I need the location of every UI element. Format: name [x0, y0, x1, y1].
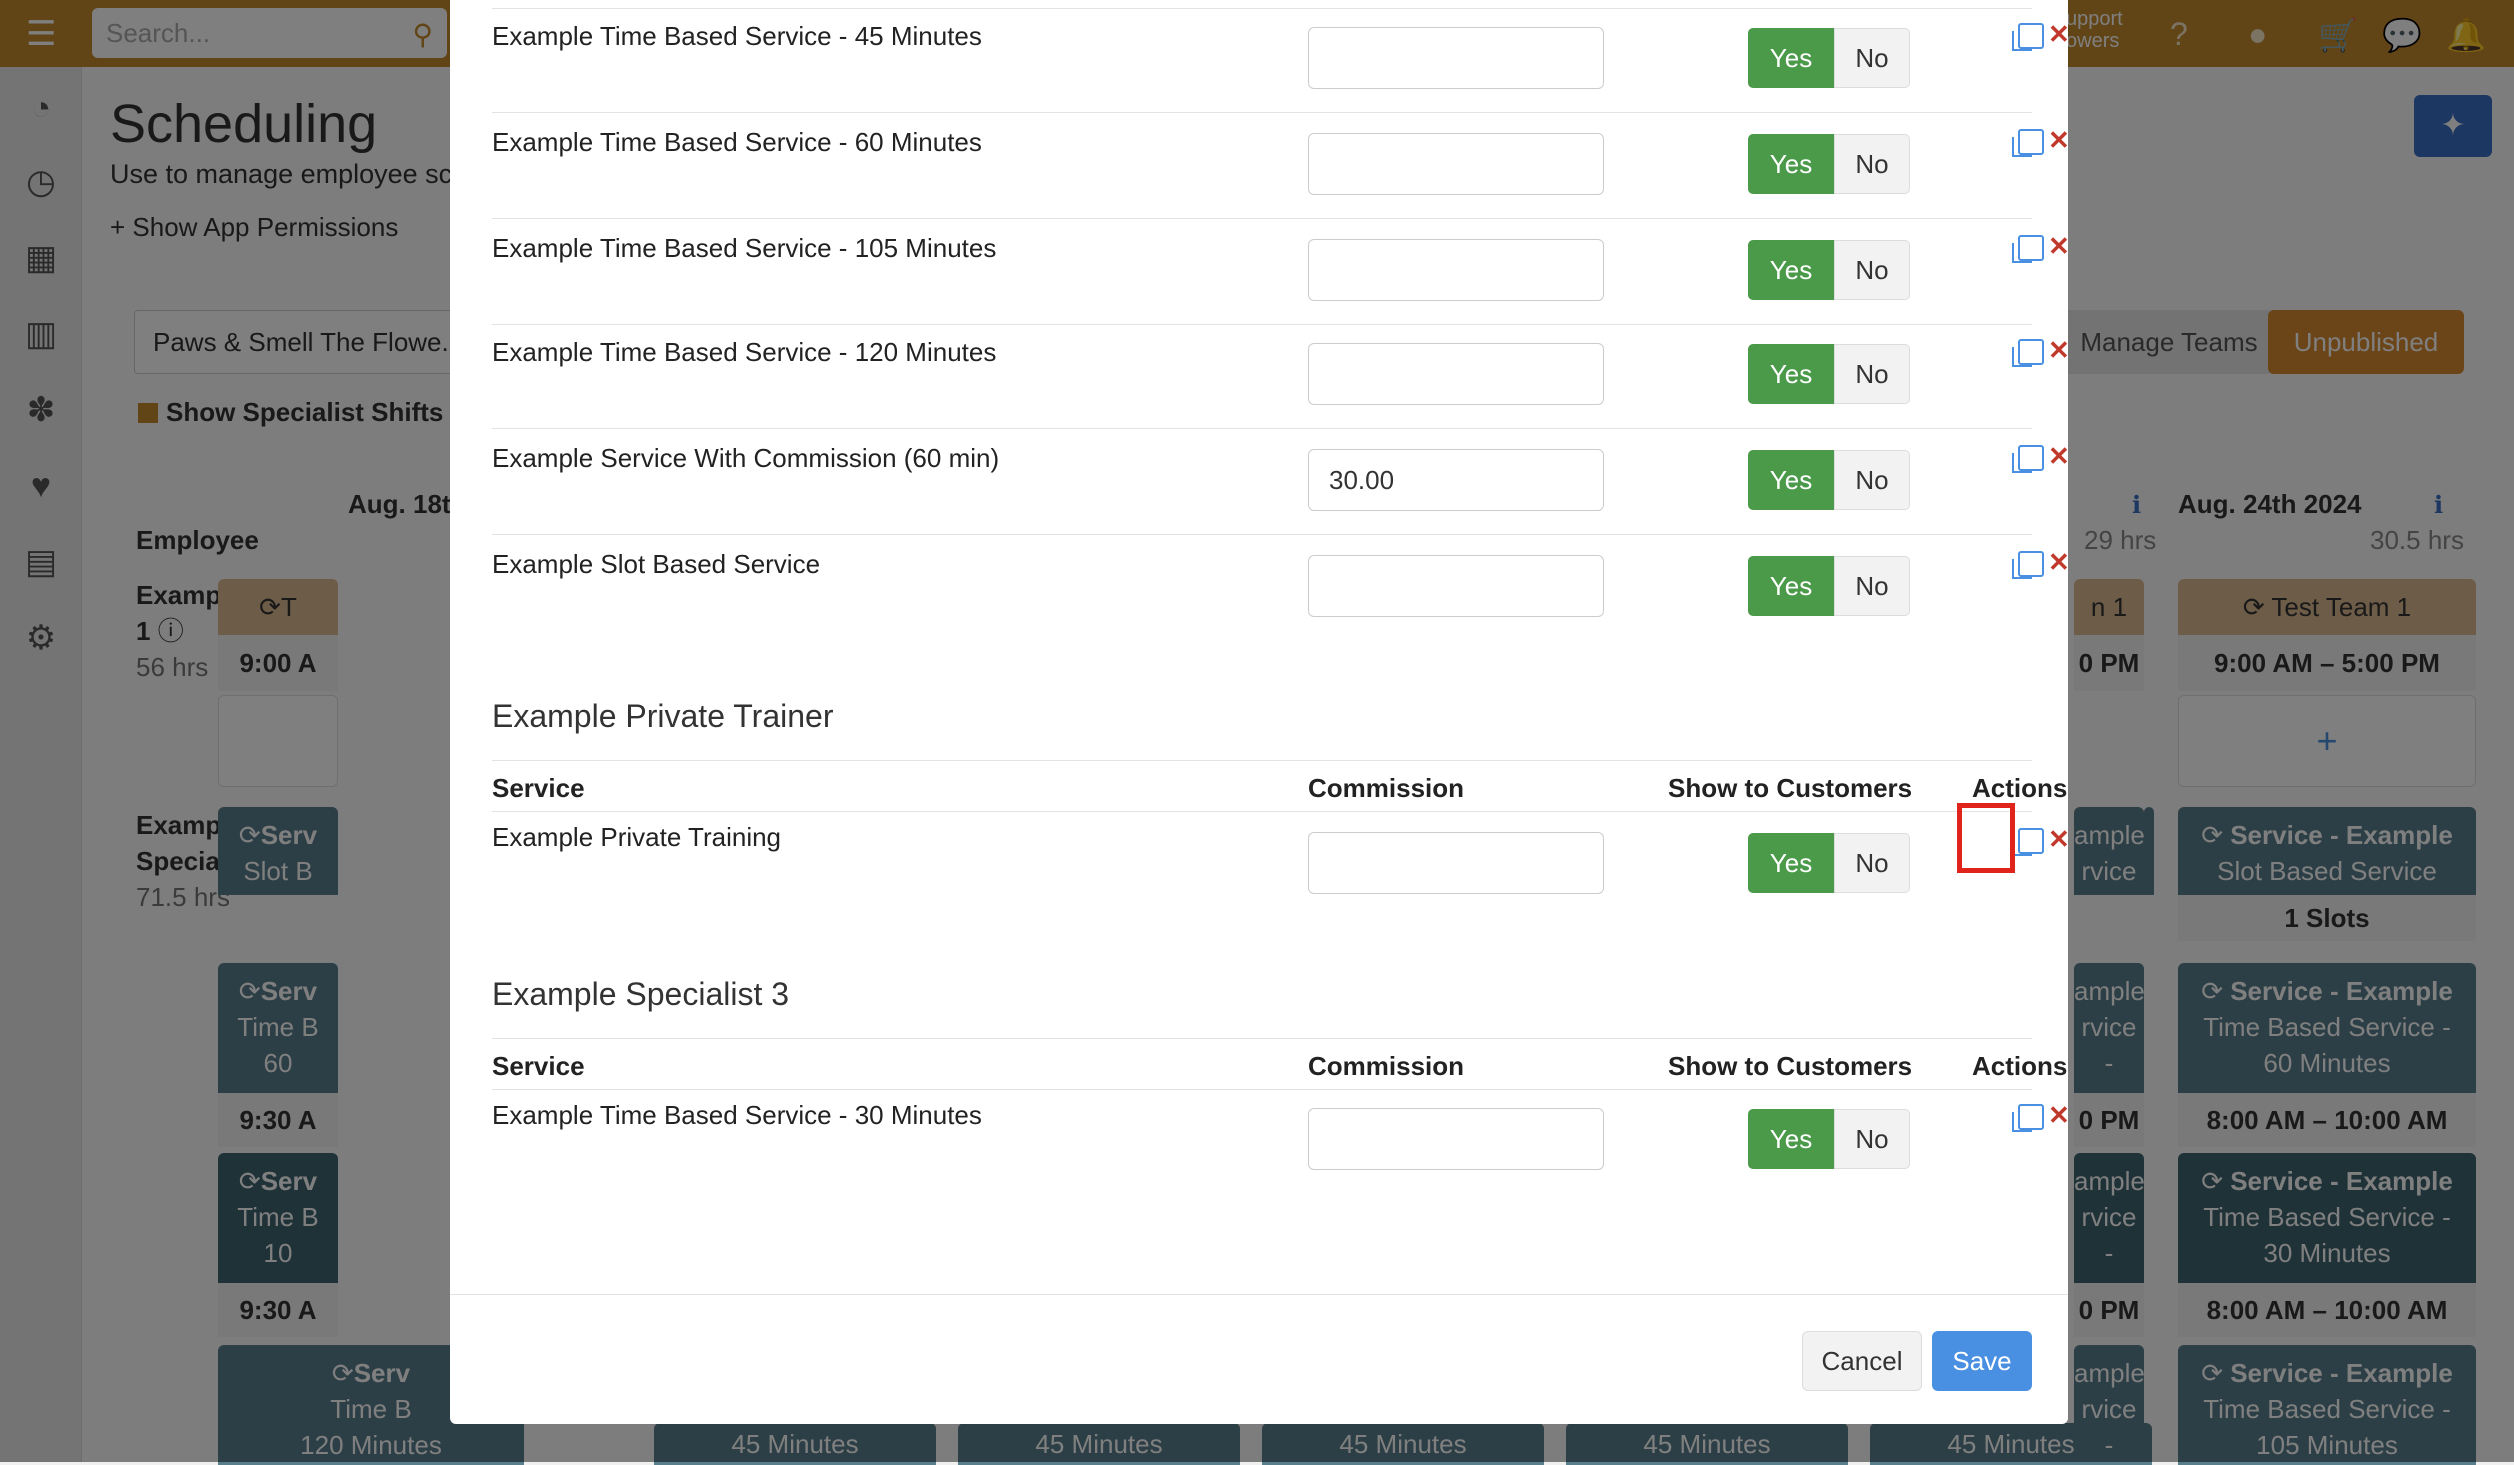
- commission-input[interactable]: [1308, 239, 1604, 301]
- service-name: Example Private Training: [492, 822, 782, 852]
- show-no-button[interactable]: No: [1834, 556, 1910, 616]
- delete-icon[interactable]: ✕: [2048, 549, 2070, 575]
- commission-input[interactable]: [1308, 555, 1604, 617]
- delete-icon[interactable]: ✕: [2048, 826, 2070, 852]
- service-name: Example Time Based Service - 60 Minutes: [492, 127, 982, 157]
- show-no-button[interactable]: No: [1834, 344, 1910, 404]
- commission-input[interactable]: [1308, 133, 1604, 195]
- commission-input[interactable]: [1308, 343, 1604, 405]
- copy-icon[interactable]: [2012, 551, 2044, 579]
- table-row: Example Time Based Service - 120 Minutes…: [492, 324, 2070, 428]
- show-yes-button[interactable]: Yes: [1748, 833, 1834, 893]
- col-actions: Actions: [1972, 1051, 2068, 1081]
- copy-icon[interactable]: [2012, 339, 2044, 367]
- delete-icon[interactable]: ✕: [2048, 1102, 2070, 1128]
- col-service: Service: [492, 773, 585, 803]
- col-show: Show to Customers: [1668, 773, 1913, 803]
- show-yes-button[interactable]: Yes: [1748, 240, 1834, 300]
- show-yes-button[interactable]: Yes: [1748, 450, 1834, 510]
- copy-icon[interactable]: [2012, 129, 2044, 157]
- service-name: Example Service With Commission (60 min): [492, 443, 1000, 473]
- commission-input[interactable]: [1308, 832, 1604, 894]
- table-row: Example Service With Commission (60 min)…: [492, 428, 2070, 534]
- table-row: Example Time Based Service - 105 Minutes…: [492, 218, 2070, 324]
- table-row: Example Time Based Service - 30 Minutes …: [492, 1090, 2070, 1200]
- service-name: Example Slot Based Service: [492, 549, 821, 579]
- show-no-button[interactable]: No: [1834, 28, 1910, 88]
- col-commission: Commission: [1308, 1051, 1465, 1081]
- copy-icon[interactable]: [2012, 1104, 2044, 1132]
- table-header: Service Commission Show to Customers Act…: [492, 760, 2067, 812]
- copy-icon[interactable]: [2012, 445, 2044, 473]
- commission-input[interactable]: 30.00: [1308, 449, 1604, 511]
- commission-input[interactable]: [1308, 27, 1604, 89]
- show-yes-button[interactable]: Yes: [1748, 28, 1834, 88]
- copy-icon[interactable]: [2012, 23, 2044, 51]
- modal-footer: [450, 1294, 2068, 1295]
- delete-icon[interactable]: ✕: [2048, 443, 2070, 469]
- cancel-button[interactable]: Cancel: [1802, 1331, 1922, 1391]
- show-yes-button[interactable]: Yes: [1748, 556, 1834, 616]
- service-name: Example Time Based Service - 30 Minutes: [492, 1100, 982, 1130]
- highlight-box: [1957, 803, 2015, 873]
- show-yes-button[interactable]: Yes: [1748, 1109, 1834, 1169]
- show-yes-button[interactable]: Yes: [1748, 344, 1834, 404]
- show-no-button[interactable]: No: [1834, 450, 1910, 510]
- table-row: Example Time Based Service - 45 Minutes …: [492, 8, 2070, 112]
- delete-icon[interactable]: ✕: [2048, 127, 2070, 153]
- commission-input[interactable]: [1308, 1108, 1604, 1170]
- col-commission: Commission: [1308, 773, 1465, 803]
- save-button[interactable]: Save: [1932, 1331, 2032, 1391]
- show-no-button[interactable]: No: [1834, 134, 1910, 194]
- show-yes-button[interactable]: Yes: [1748, 134, 1834, 194]
- show-no-button[interactable]: No: [1834, 240, 1910, 300]
- copy-icon[interactable]: [2012, 235, 2044, 263]
- table-row: Example Slot Based Service Yes No ✕: [492, 534, 2070, 634]
- delete-icon[interactable]: ✕: [2048, 233, 2070, 259]
- col-service: Service: [492, 1051, 585, 1081]
- service-name: Example Time Based Service - 120 Minutes: [492, 337, 997, 367]
- table-row: Example Private Training Yes No ✕: [492, 812, 2070, 922]
- show-no-button[interactable]: No: [1834, 1109, 1910, 1169]
- section-title: Example Private Trainer: [492, 698, 834, 734]
- copy-icon[interactable]: [2012, 828, 2044, 856]
- table-row: Example Time Based Service - 60 Minutes …: [492, 112, 2070, 218]
- section-title: Example Specialist 3: [492, 976, 790, 1012]
- delete-icon[interactable]: ✕: [2048, 21, 2070, 47]
- service-name: Example Time Based Service - 45 Minutes: [492, 21, 982, 51]
- service-name: Example Time Based Service - 105 Minutes: [492, 233, 997, 263]
- col-actions: Actions: [1972, 773, 2068, 803]
- col-show: Show to Customers: [1668, 1051, 1913, 1081]
- delete-icon[interactable]: ✕: [2048, 337, 2070, 363]
- show-no-button[interactable]: No: [1834, 833, 1910, 893]
- service-commission-modal: Example Time Based Service - 45 Minutes …: [450, 0, 2070, 1424]
- table-header: Service Commission Show to Customers Act…: [492, 1038, 2067, 1090]
